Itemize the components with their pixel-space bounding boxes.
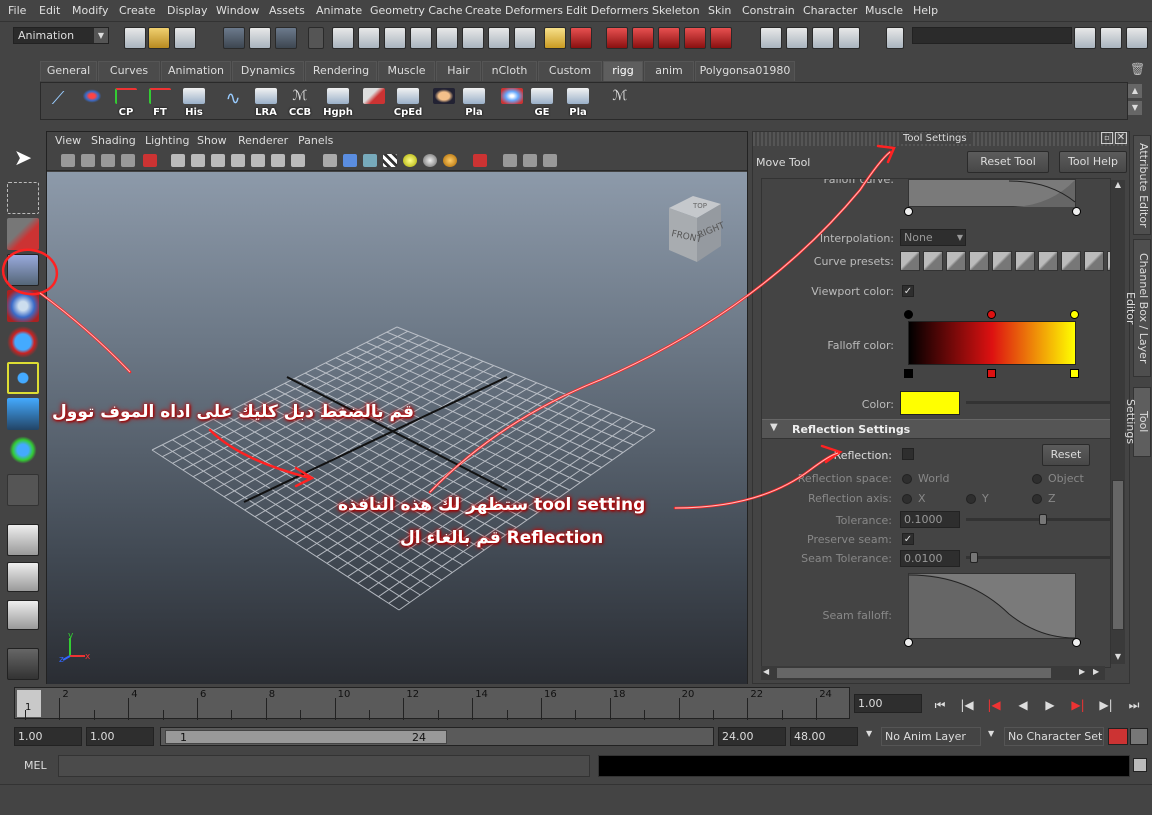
annotation-arrow-to-move-tool [38, 291, 132, 374]
annotation-tool-setting-text: ستظهر لك هذه النافذه tool setting [338, 495, 646, 515]
annotation-arrow-to-viewport [208, 428, 315, 488]
annotation-circle-move-tool [1, 248, 59, 296]
annotation-arrow-to-reflection [673, 444, 843, 510]
annotation-double-click-text: قم بالضغط دبل كليك على اداه الموف توول [52, 402, 415, 422]
annotation-reflection-text: قم بالغاء ال Reflection [400, 528, 604, 548]
annotation-arrow-to-tool-settings [428, 144, 896, 494]
